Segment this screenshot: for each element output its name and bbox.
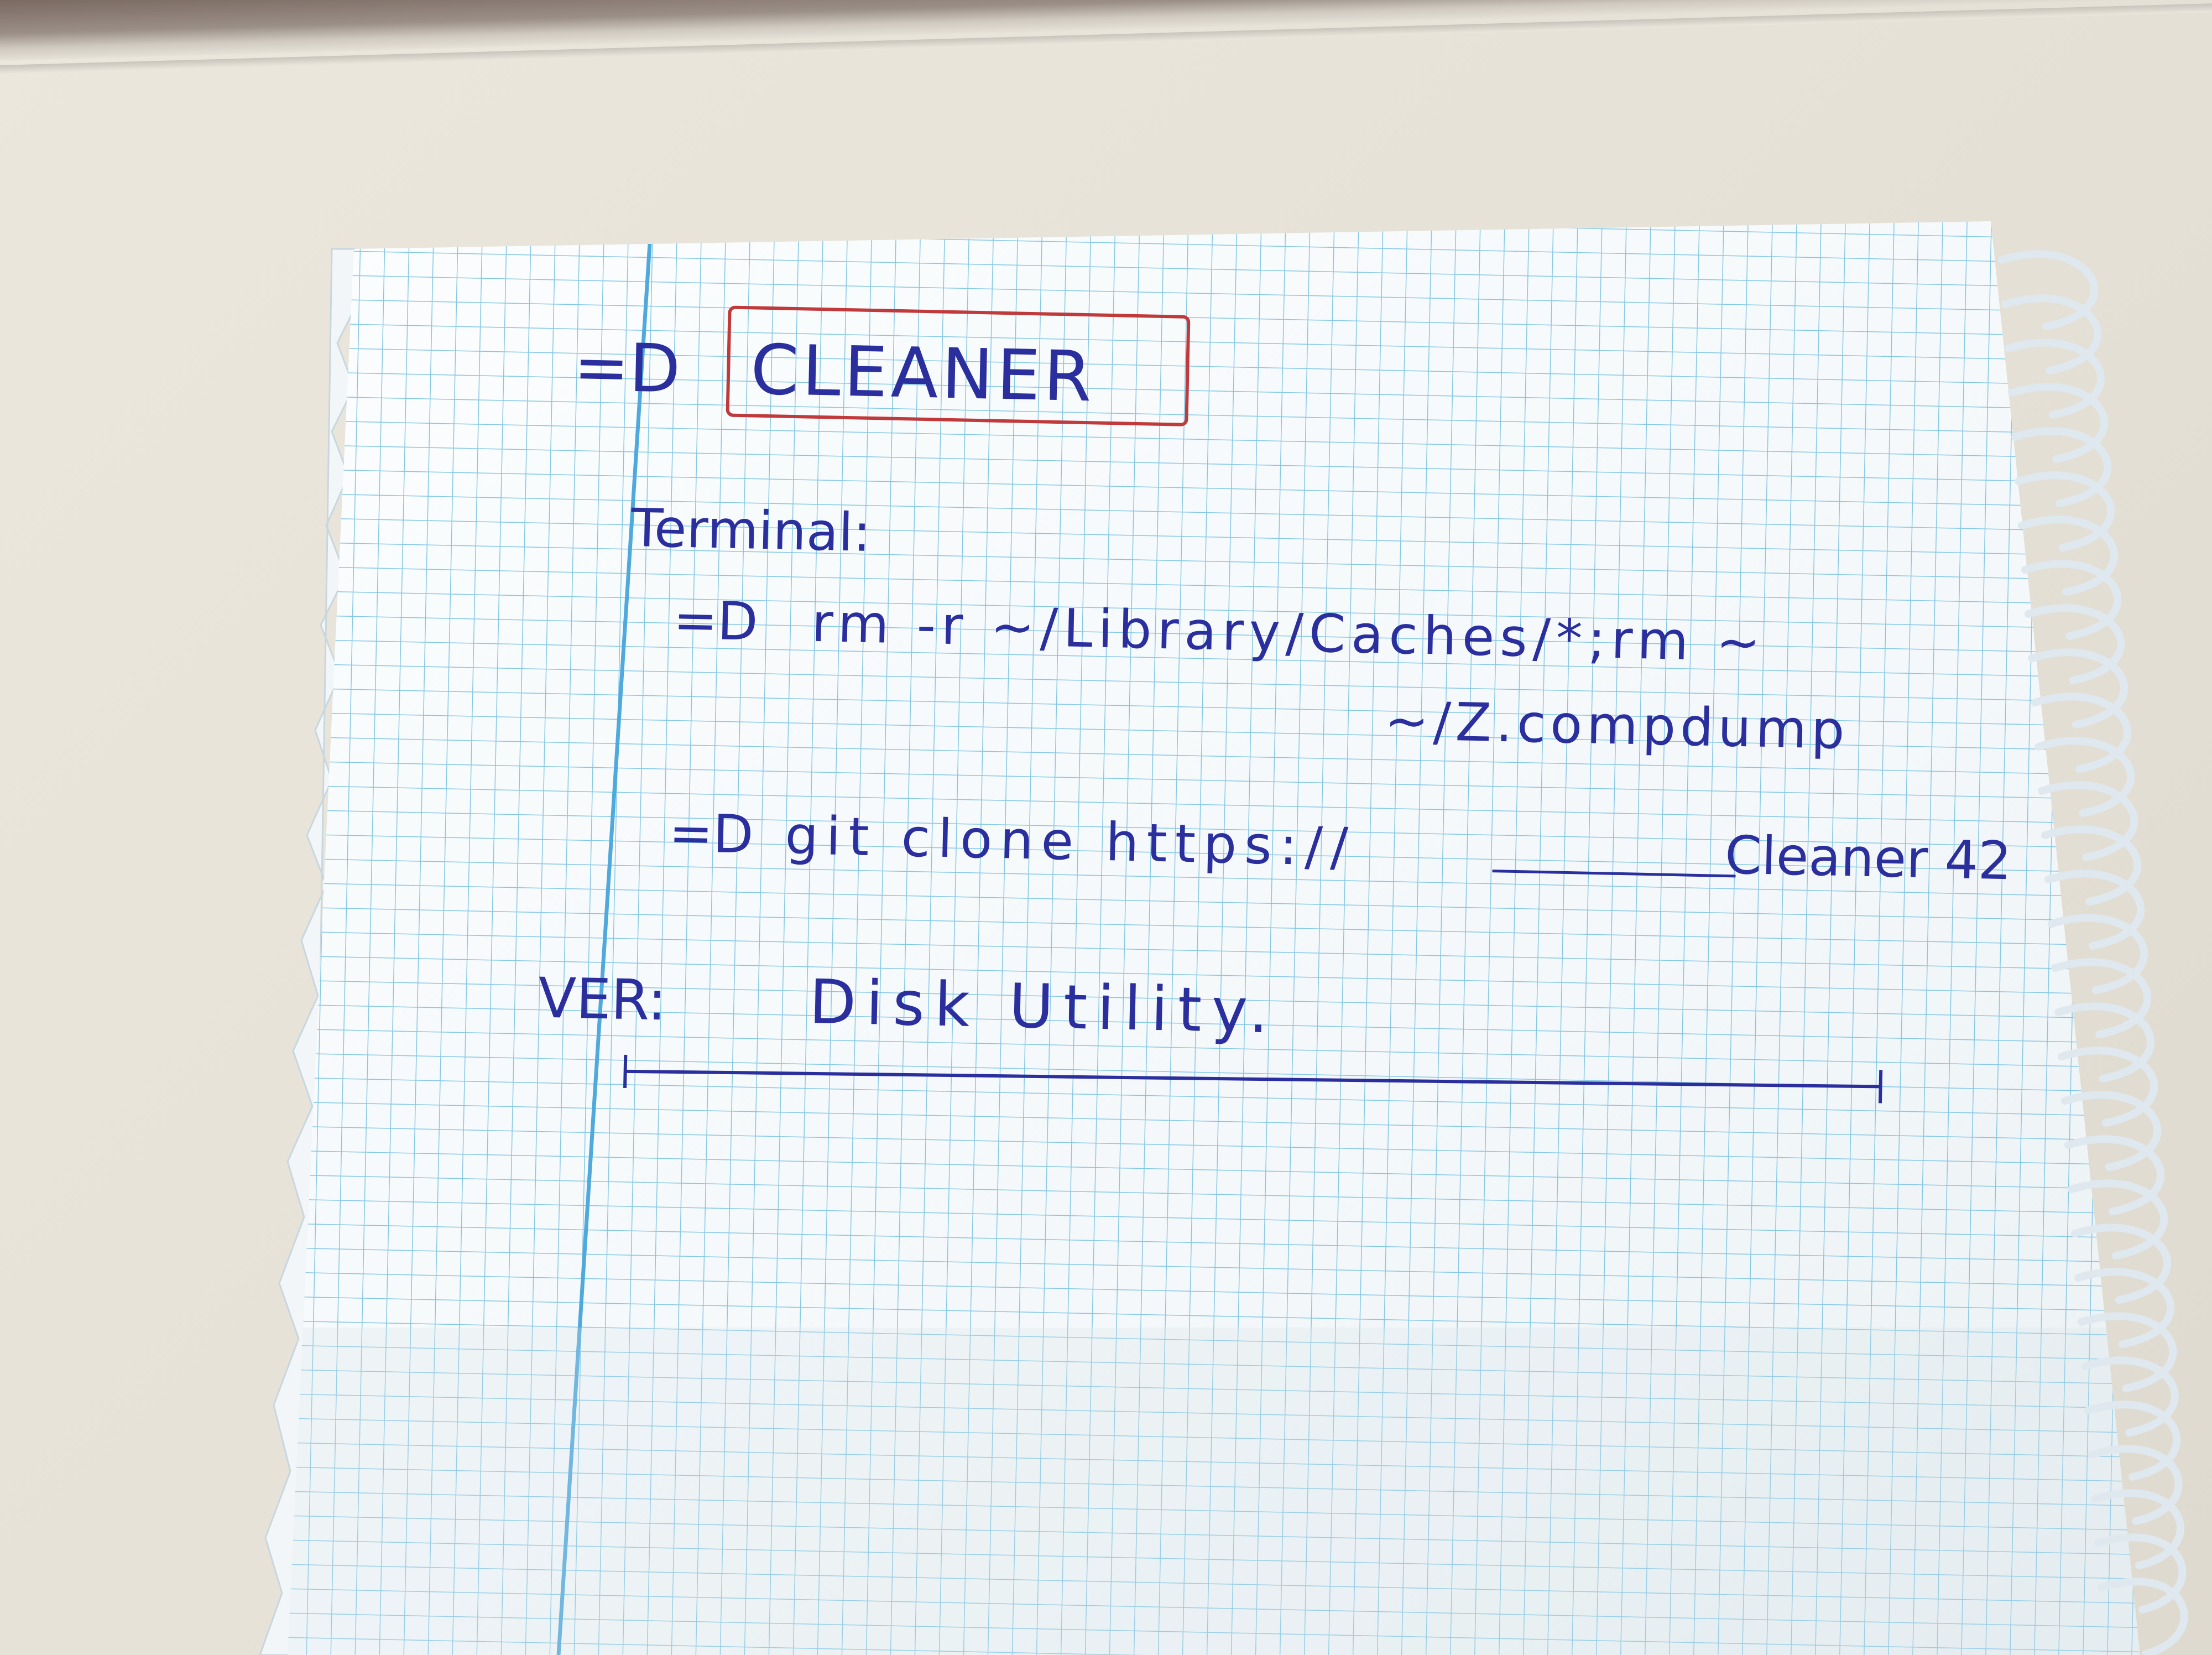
footer-text: Disk Utility. <box>808 966 1279 1047</box>
line2-arrow: =D <box>669 803 754 865</box>
section-label: Terminal: <box>630 498 872 564</box>
line2-repo: Cleaner 42 <box>1724 825 2012 892</box>
title-text: CLEANER <box>750 330 1096 417</box>
spiral-notebook: =D CLEANER Terminal: =D rm -r ~/Library/… <box>0 0 2212 1655</box>
line1-continuation: ~/Z.compdump <box>1384 691 1850 762</box>
photo-scene: =D CLEANER Terminal: =D rm -r ~/Library/… <box>0 0 2212 1655</box>
notebook-drawing: =D CLEANER Terminal: =D rm -r ~/Library/… <box>259 221 2188 1655</box>
footer-label: VER: <box>538 966 667 1033</box>
title-arrow: =D <box>573 329 681 408</box>
line2-command: git clone https:// <box>784 805 1356 878</box>
line1-arrow: =D <box>673 590 759 653</box>
